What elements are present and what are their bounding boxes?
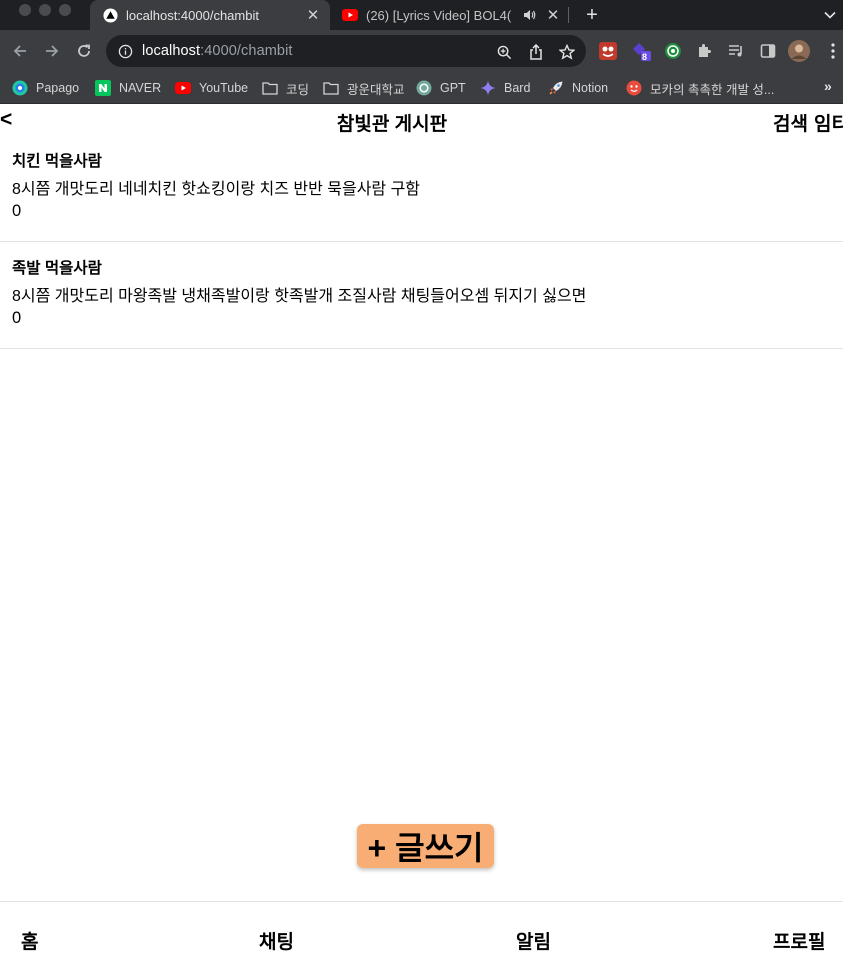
- bookmark-naver[interactable]: NAVER: [95, 78, 161, 98]
- tab-close-icon[interactable]: ✕: [542, 6, 564, 24]
- extension-green-ring-icon[interactable]: [662, 40, 684, 62]
- bookmark-notion[interactable]: Notion: [548, 78, 608, 98]
- bookmark-papago[interactable]: Papago: [12, 78, 79, 98]
- nav-notifications[interactable]: 알림: [516, 927, 551, 954]
- reload-icon[interactable]: [72, 39, 96, 63]
- bookmark-label: Bard: [504, 81, 531, 95]
- folder-icon: [262, 80, 278, 96]
- bookmark-label: 모카의 촉촉한 개발 성...: [650, 82, 775, 97]
- post-title: 족발 먹을사람: [12, 260, 102, 277]
- url-path: :4000/chambit: [200, 43, 293, 59]
- board-header: < 참빛관 게시판 검색 임티: [0, 104, 843, 138]
- site-info-icon[interactable]: [116, 42, 134, 60]
- bookmark-bard[interactable]: Bard: [480, 78, 530, 98]
- rocket-icon: [548, 80, 564, 96]
- browser-tab-strip: localhost:4000/chambit ✕ (26) [Lyrics Vi…: [0, 0, 843, 30]
- bookmark-label: GPT: [440, 81, 466, 95]
- post-title: 치킨 먹을사람: [12, 153, 102, 170]
- window-minimize-dot[interactable]: [39, 4, 51, 16]
- nav-profile[interactable]: 프로필: [773, 927, 825, 954]
- folder-icon: [323, 80, 339, 96]
- back-arrow-icon[interactable]: [8, 39, 32, 63]
- tab-close-icon[interactable]: ✕: [302, 6, 324, 24]
- browser-toolbar: localhost:4000/chambit 8: [0, 30, 843, 72]
- bookmark-youtube[interactable]: YouTube: [175, 78, 248, 98]
- extension-badge: 8: [642, 52, 648, 62]
- forward-arrow-icon[interactable]: [40, 39, 64, 63]
- post-count: 0: [12, 202, 22, 220]
- extension-purple-icon[interactable]: 8: [630, 40, 652, 62]
- papago-icon: [12, 80, 28, 96]
- profile-avatar-icon[interactable]: [788, 40, 810, 62]
- speaker-icon[interactable]: [520, 9, 538, 21]
- bookmarks-bar: Papago NAVER YouTube 코딩 광운대학교 GPT Bard N…: [0, 72, 843, 104]
- bookmark-label: YouTube: [199, 81, 249, 95]
- tab-separator: [568, 7, 569, 23]
- bookmark-label: Notion: [572, 81, 609, 95]
- side-panel-icon[interactable]: [757, 40, 779, 62]
- youtube-favicon-icon: [342, 7, 358, 23]
- bard-icon: [480, 80, 496, 96]
- zoom-icon[interactable]: [494, 42, 514, 62]
- browser-menu-dots-icon[interactable]: [822, 40, 843, 62]
- extensions-puzzle-icon[interactable]: [693, 40, 715, 62]
- bookmarks-overflow-chevron[interactable]: »: [824, 78, 832, 94]
- bookmark-folder-coding[interactable]: 코딩: [262, 78, 309, 98]
- header-actions: 검색 임티: [773, 109, 843, 136]
- page-title: 참빛관 게시판: [336, 114, 448, 135]
- bookmark-star-icon[interactable]: [557, 42, 577, 62]
- gpt-icon: [416, 80, 432, 96]
- bookmark-blog[interactable]: 모카의 촉촉한 개발 성...: [626, 78, 774, 98]
- new-tab-plus-icon[interactable]: +: [578, 0, 606, 30]
- write-post-button[interactable]: + 글쓰기: [357, 824, 494, 868]
- browser-tab-youtube[interactable]: (26) [Lyrics Video] BOL4( ✕: [330, 0, 570, 30]
- share-icon[interactable]: [526, 42, 546, 62]
- post-count: 0: [12, 309, 22, 327]
- emoticon-button[interactable]: 임티: [814, 114, 843, 135]
- nextjs-favicon-icon: [102, 7, 118, 23]
- blog-icon: [626, 80, 642, 96]
- media-queue-icon[interactable]: [725, 40, 747, 62]
- post-body: 8시쯤 개맛도리 네네치킨 핫쇼킹이랑 치즈 반반 묵을사람 구함: [12, 181, 421, 198]
- post-item[interactable]: 족발 먹을사람 8시쯤 개맛도리 마왕족발 냉채족발이랑 핫족발개 조질사람 채…: [0, 242, 843, 349]
- web-page: < 참빛관 게시판 검색 임티 치킨 먹을사람 8시쯤 개맛도리 네네치킨 핫쇼킹…: [0, 104, 843, 974]
- url-host: localhost: [142, 43, 201, 59]
- nav-chat[interactable]: 채팅: [259, 927, 294, 954]
- bookmark-gpt[interactable]: GPT: [416, 78, 466, 98]
- bookmark-label: 광운대학교: [347, 82, 405, 97]
- search-button[interactable]: 검색: [773, 114, 808, 135]
- tab-search-chevron-icon[interactable]: [820, 6, 840, 24]
- tab-title: (26) [Lyrics Video] BOL4(: [366, 7, 512, 23]
- bookmark-folder-kw[interactable]: 광운대학교: [323, 78, 405, 98]
- post-body: 8시쯤 개맛도리 마왕족발 냉채족발이랑 핫족발개 조질사람 채팅들어오셈 뒤지…: [12, 288, 587, 305]
- bookmark-label: 코딩: [286, 82, 310, 97]
- post-item[interactable]: 치킨 먹을사람 8시쯤 개맛도리 네네치킨 핫쇼킹이랑 치즈 반반 묵을사람 구…: [0, 135, 843, 242]
- tab-title: localhost:4000/chambit: [126, 7, 259, 23]
- bookmark-label: Papago: [36, 81, 80, 95]
- naver-icon: [95, 80, 111, 96]
- bookmark-label: NAVER: [119, 81, 162, 95]
- browser-tab-active[interactable]: localhost:4000/chambit ✕: [90, 0, 330, 30]
- youtube-icon: [175, 80, 191, 96]
- window-zoom-dot[interactable]: [59, 4, 71, 16]
- window-close-dot[interactable]: [19, 4, 31, 16]
- bottom-navigation: 홈 채팅 알림 프로필: [0, 901, 843, 974]
- url-text: localhost:4000/chambit: [142, 43, 293, 59]
- address-bar[interactable]: localhost:4000/chambit: [106, 35, 586, 67]
- nav-home[interactable]: 홈: [21, 927, 38, 954]
- extension-red-icon[interactable]: [597, 40, 619, 62]
